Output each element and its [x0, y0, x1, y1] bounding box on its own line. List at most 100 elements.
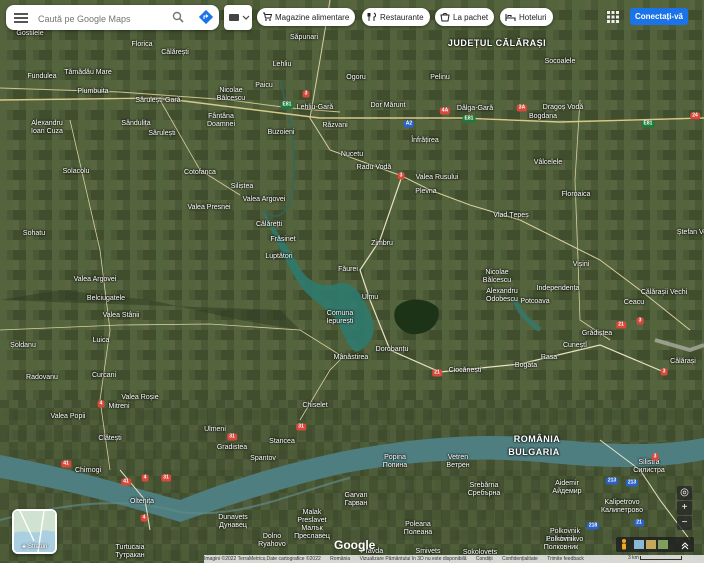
- place-label[interactable]: Kalipetrovo Калипетрово: [601, 499, 643, 515]
- place-label[interactable]: Cuneștî: [563, 342, 587, 350]
- imagery-thumb-3[interactable]: [658, 540, 668, 549]
- place-label[interactable]: Ulmeni: [204, 426, 226, 434]
- place-label[interactable]: Mânăstirea: [334, 354, 369, 362]
- country-link[interactable]: România: [330, 556, 350, 562]
- place-label[interactable]: Frăsinet: [270, 236, 295, 244]
- place-label[interactable]: Ulmu: [362, 294, 378, 302]
- place-label[interactable]: Bogdana: [529, 113, 557, 121]
- place-label[interactable]: Florica: [131, 41, 152, 49]
- place-label[interactable]: Lehliu-Gară: [297, 104, 334, 112]
- place-label[interactable]: Sohatu: [23, 230, 45, 238]
- place-label[interactable]: Turtucaia Тутракан: [115, 544, 144, 560]
- place-label[interactable]: Chirnogi: [75, 467, 101, 475]
- place-label[interactable]: Sândulița: [121, 120, 150, 128]
- menu-icon[interactable]: [14, 11, 28, 24]
- place-label[interactable]: Lehliu: [273, 61, 292, 69]
- place-label[interactable]: Dor Mărunt: [370, 102, 405, 110]
- place-label[interactable]: Srebărna Сребърна: [468, 482, 501, 498]
- chip-groceries[interactable]: Magazine alimentare: [257, 8, 356, 26]
- place-label[interactable]: Răzvani: [322, 122, 347, 130]
- place-label[interactable]: Fundulea: [27, 73, 56, 81]
- place-label[interactable]: Curcani: [92, 372, 116, 380]
- place-label[interactable]: Înfrățirea: [411, 137, 439, 145]
- place-label[interactable]: Mitreni: [108, 403, 129, 411]
- place-label[interactable]: Dorobanțu: [376, 346, 409, 354]
- place-label[interactable]: Alexandru Ioan Cuza: [31, 120, 63, 136]
- place-label[interactable]: Fântâna Doamnei: [207, 113, 235, 129]
- place-label[interactable]: Călărețti: [256, 221, 282, 229]
- place-label[interactable]: Stancea: [269, 438, 295, 446]
- place-label[interactable]: Radu Vodă: [357, 164, 392, 172]
- place-label[interactable]: Buzoieni: [268, 129, 295, 137]
- chip-hotels[interactable]: Hoteluri: [500, 8, 553, 26]
- place-label[interactable]: Malak Preslavet Малък Преславец: [294, 509, 330, 541]
- chip-restaurants[interactable]: Restaurante: [362, 8, 430, 26]
- my-location-button[interactable]: ◎: [677, 486, 692, 500]
- place-label[interactable]: Valea Rusului: [416, 174, 459, 182]
- place-label[interactable]: Floroaica: [562, 191, 591, 199]
- place-label[interactable]: Solacolu: [63, 168, 90, 176]
- place-label[interactable]: Comuna Iepurești: [327, 310, 354, 326]
- place-label[interactable]: Vetren Ветрен: [446, 454, 469, 470]
- place-label[interactable]: Călărești: [161, 49, 189, 57]
- place-label[interactable]: Ciocănești: [449, 367, 482, 375]
- search-box[interactable]: [6, 5, 219, 30]
- place-label[interactable]: Sărulești: [148, 130, 175, 138]
- place-label[interactable]: Valea Argovei: [74, 276, 117, 284]
- place-label[interactable]: Vâlcelele: [534, 159, 562, 167]
- globe-notice[interactable]: Vizualizare Pământului în 3D nu este dis…: [360, 556, 467, 562]
- place-label[interactable]: Valea Popii: [51, 413, 86, 421]
- place-label[interactable]: Belciugatele: [87, 295, 125, 303]
- place-label[interactable]: Rasa: [541, 354, 557, 362]
- place-label[interactable]: Alexandru Odobescu: [486, 288, 518, 304]
- place-label[interactable]: Călărași: [670, 358, 696, 366]
- layers-toggle[interactable]: ◈ Straturi: [12, 509, 57, 554]
- place-label[interactable]: Grădiștea: [582, 330, 612, 338]
- place-label[interactable]: Nicolae Bălcescu: [483, 269, 511, 285]
- place-label[interactable]: Valea Stânii: [103, 312, 140, 320]
- place-label[interactable]: Plevna: [415, 188, 436, 196]
- place-label[interactable]: Luptători: [265, 253, 292, 261]
- place-label[interactable]: Ștefan Vo: [677, 229, 704, 237]
- apps-grid-icon[interactable]: [607, 11, 619, 23]
- place-label[interactable]: Potcoava: [520, 298, 549, 306]
- place-label[interactable]: Cotofanca: [184, 169, 216, 177]
- place-label[interactable]: Tămădău Mare: [64, 69, 111, 77]
- place-label[interactable]: Călărașii Vechi: [641, 289, 687, 297]
- place-label[interactable]: Paicu: [255, 82, 273, 90]
- place-label[interactable]: Gostilele: [16, 30, 43, 38]
- place-label[interactable]: Poleana Полеана: [404, 521, 432, 537]
- place-label[interactable]: Radovanu: [26, 374, 58, 382]
- place-label[interactable]: Dragoș Vodă: [543, 104, 583, 112]
- place-label[interactable]: Socoalele: [545, 58, 576, 66]
- place-label[interactable]: Gradistea: [217, 444, 247, 452]
- place-label[interactable]: Vlad Țepeș: [493, 212, 528, 220]
- place-label[interactable]: Plumbuita: [77, 88, 108, 96]
- place-label[interactable]: Aidemir Айдемир: [552, 480, 581, 496]
- privacy-link[interactable]: Confidențialitate: [502, 556, 538, 562]
- place-label[interactable]: Sărulești-Gară: [135, 97, 180, 105]
- place-label[interactable]: Ogoru: [346, 74, 365, 82]
- transit-layer-button[interactable]: [224, 5, 252, 30]
- place-label[interactable]: Popina Попина: [383, 454, 407, 470]
- place-label[interactable]: Clătești: [98, 435, 121, 443]
- place-label[interactable]: Valea Argovei: [243, 196, 286, 204]
- place-label[interactable]: Chiselet: [302, 402, 327, 410]
- place-label[interactable]: Oltenița: [130, 498, 154, 506]
- place-label[interactable]: Spantov: [250, 455, 276, 463]
- place-label[interactable]: Silistra Силистра: [633, 459, 664, 475]
- place-label[interactable]: Bogata: [515, 362, 537, 370]
- chip-takeout[interactable]: La pachet: [435, 8, 495, 26]
- place-label[interactable]: Vișini: [573, 261, 590, 269]
- place-label[interactable]: Valea Roșie: [121, 394, 158, 402]
- place-label[interactable]: Nicolae Bălcescu: [217, 87, 245, 103]
- imagery-thumb-1[interactable]: [634, 540, 644, 549]
- place-label[interactable]: Nucetu: [341, 151, 363, 159]
- terms-link[interactable]: Condiții: [476, 556, 493, 562]
- pegman-icon[interactable]: [622, 539, 626, 550]
- zoom-in-button[interactable]: +: [677, 501, 692, 515]
- search-icon[interactable]: [172, 11, 184, 23]
- place-label[interactable]: Săpunari: [290, 34, 318, 42]
- sign-in-button[interactable]: Conectați-vă: [630, 8, 688, 25]
- place-label[interactable]: Dâlga-Gară: [457, 105, 493, 113]
